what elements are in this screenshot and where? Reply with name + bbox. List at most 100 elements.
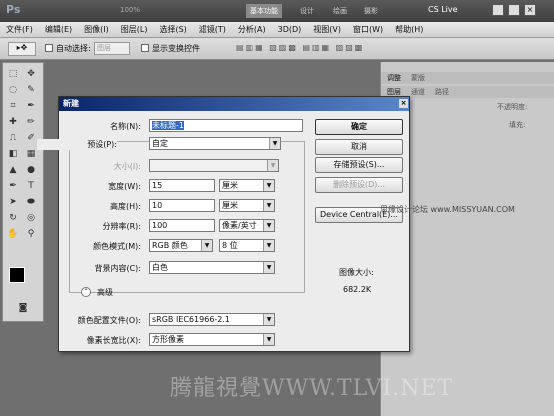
bit-depth-select[interactable]: 8 位 ▼ <box>219 239 275 252</box>
path-select-icon[interactable]: ➤ <box>5 195 21 209</box>
menu-select[interactable]: 选择(S) <box>153 22 192 38</box>
chevron-down-icon: ▼ <box>263 220 274 231</box>
menu-window[interactable]: 窗口(W) <box>347 22 389 38</box>
image-size-value: 682.2K <box>343 285 372 294</box>
forum-watermark: 思缘设计论坛 www.MISSYUAN.COM <box>380 205 515 214</box>
size-select: ▼ <box>149 159 279 172</box>
3d-orbit-icon[interactable]: ◎ <box>23 211 39 225</box>
application-bar: Ps 100% 基本功能 设计 绘画 摄影 CS Live × <box>0 0 554 22</box>
color-profile-value: sRGB IEC61966-2.1 <box>152 315 231 324</box>
tab-paths[interactable]: 路径 <box>435 87 449 97</box>
crop-tool-icon[interactable]: ⌗ <box>5 99 21 113</box>
move-tool-icon[interactable]: ✥ <box>23 67 39 81</box>
pixel-aspect-select[interactable]: 方形像素 ▼ <box>149 333 275 346</box>
color-profile-label: 颜色配置文件(O): <box>77 316 141 325</box>
height-input[interactable]: 10 <box>149 199 215 212</box>
width-unit-select[interactable]: 厘米 ▼ <box>219 179 275 192</box>
marquee-tool-icon[interactable]: ⬚ <box>5 67 21 81</box>
preset-select[interactable]: 自定 ▼ <box>149 137 281 150</box>
menu-file[interactable]: 文件(F) <box>0 22 39 38</box>
dodge-tool-icon[interactable]: ● <box>23 163 39 177</box>
show-transform-checkbox[interactable] <box>141 44 149 52</box>
blur-tool-icon[interactable]: ▲ <box>5 163 21 177</box>
tab-adjustments[interactable]: 调整 <box>387 73 401 83</box>
zoom-tool-icon[interactable]: ⚲ <box>23 227 39 241</box>
menu-filter[interactable]: 滤镜(T) <box>193 22 232 38</box>
minimize-icon[interactable] <box>492 4 504 16</box>
lasso-tool-icon[interactable]: ◌ <box>5 83 21 97</box>
chevron-down-icon: ▼ <box>263 180 274 191</box>
height-unit-select[interactable]: 厘米 ▼ <box>219 199 275 212</box>
menu-layer[interactable]: 图层(L) <box>115 22 154 38</box>
eraser-tool-icon[interactable]: ◧ <box>5 147 21 161</box>
preset-value: 自定 <box>152 139 168 148</box>
auto-select-checkbox[interactable] <box>45 44 53 52</box>
size-label: 大小(I): <box>113 162 141 171</box>
foreground-color-swatch[interactable] <box>9 267 25 283</box>
chevron-down-icon: ▼ <box>267 160 278 171</box>
shape-tool-icon[interactable]: ⬬ <box>23 195 39 209</box>
layer-select[interactable]: 图层 <box>94 42 130 55</box>
maximize-icon[interactable] <box>508 4 520 16</box>
menu-image[interactable]: 图像(I) <box>78 22 115 38</box>
preset-label: 预设(P): <box>37 139 117 150</box>
chevron-down-icon: ▼ <box>263 334 274 345</box>
ws-tab-design[interactable]: 设计 <box>300 6 314 16</box>
ws-tab-photography[interactable]: 摄影 <box>364 6 378 16</box>
dialog-close-icon[interactable]: × <box>399 99 408 108</box>
background-label: 背景内容(C): <box>94 264 141 273</box>
quick-mask-icon[interactable]: ◙ <box>15 301 31 315</box>
menu-3d[interactable]: 3D(D) <box>272 22 308 38</box>
menu-view[interactable]: 视图(V) <box>307 22 347 38</box>
height-label: 高度(H): <box>110 202 141 211</box>
chevron-down-icon: ▼ <box>263 314 274 325</box>
stamp-tool-icon[interactable]: ⎍ <box>5 131 21 145</box>
tab-channels[interactable]: 通道 <box>411 87 425 97</box>
height-unit-value: 厘米 <box>222 201 238 210</box>
pixel-aspect-value: 方形像素 <box>152 335 184 344</box>
color-profile-select[interactable]: sRGB IEC61966-2.1 ▼ <box>149 313 275 326</box>
tab-masks[interactable]: 蒙版 <box>411 73 425 83</box>
ok-button[interactable]: 确定 <box>315 119 403 135</box>
color-mode-select[interactable]: RGB 颜色 ▼ <box>149 239 213 252</box>
advanced-divider <box>121 292 271 293</box>
color-mode-label: 颜色模式(M): <box>93 242 141 251</box>
new-document-dialog: 新建 × 名称(N): 未标题-1 预设(P): 自定 ▼ 大小(I): ▼ 宽度… <box>37 96 410 352</box>
zoom-level[interactable]: 100% <box>120 6 140 14</box>
type-tool-icon[interactable]: T <box>23 179 39 193</box>
pen-tool-icon[interactable]: ✒ <box>5 179 21 193</box>
close-icon[interactable]: × <box>524 4 536 16</box>
workspace-essentials[interactable]: 基本功能 <box>246 4 282 18</box>
menu-help[interactable]: 帮助(H) <box>389 22 429 38</box>
eyedropper-icon[interactable]: ✒ <box>23 99 39 113</box>
chevron-down-icon: ▼ <box>263 262 274 273</box>
quick-select-icon[interactable]: ✎ <box>23 83 39 97</box>
background-select[interactable]: 白色 ▼ <box>149 261 275 274</box>
brush-tool-icon[interactable]: ✏ <box>23 115 39 129</box>
chevron-down-icon: ▼ <box>263 200 274 211</box>
dialog-title-text: 新建 <box>63 99 79 108</box>
cslive-button[interactable]: CS Live <box>428 5 458 14</box>
watermark: 腾龍視覺WWW.TLVI.NET <box>170 376 454 401</box>
save-preset-button[interactable]: 存储预设(S)... <box>315 157 403 173</box>
width-unit-value: 厘米 <box>222 181 238 190</box>
name-input[interactable]: 未标题-1 <box>152 121 184 130</box>
hand-tool-icon[interactable]: ✋ <box>5 227 21 241</box>
chevron-down-icon: ▼ <box>263 240 274 251</box>
healing-brush-icon[interactable]: ✚ <box>5 115 21 129</box>
resolution-unit-value: 像素/英寸 <box>222 221 257 230</box>
menu-edit[interactable]: 编辑(E) <box>39 22 78 38</box>
background-value: 白色 <box>152 263 168 272</box>
align-icons[interactable]: ▤▥▦ ▧▨▩ ▤▥▦ ▧▨▩ <box>236 43 364 52</box>
width-input[interactable]: 15 <box>149 179 215 192</box>
resolution-input[interactable]: 100 <box>149 219 215 232</box>
cancel-button[interactable]: 取消 <box>315 139 403 155</box>
options-bar: ▸✥ 自动选择: 图层 显示变换控件 ▤▥▦ ▧▨▩ ▤▥▦ ▧▨▩ <box>0 38 554 60</box>
3d-rotate-icon[interactable]: ↻ <box>5 211 21 225</box>
width-label: 宽度(W): <box>108 182 141 191</box>
move-tool-preset[interactable]: ▸✥ <box>8 42 36 56</box>
menu-analysis[interactable]: 分析(A) <box>232 22 272 38</box>
resolution-unit-select[interactable]: 像素/英寸 ▼ <box>219 219 275 232</box>
advanced-toggle-icon[interactable]: ⌃ <box>81 287 91 297</box>
ws-tab-painting[interactable]: 绘画 <box>333 6 347 16</box>
